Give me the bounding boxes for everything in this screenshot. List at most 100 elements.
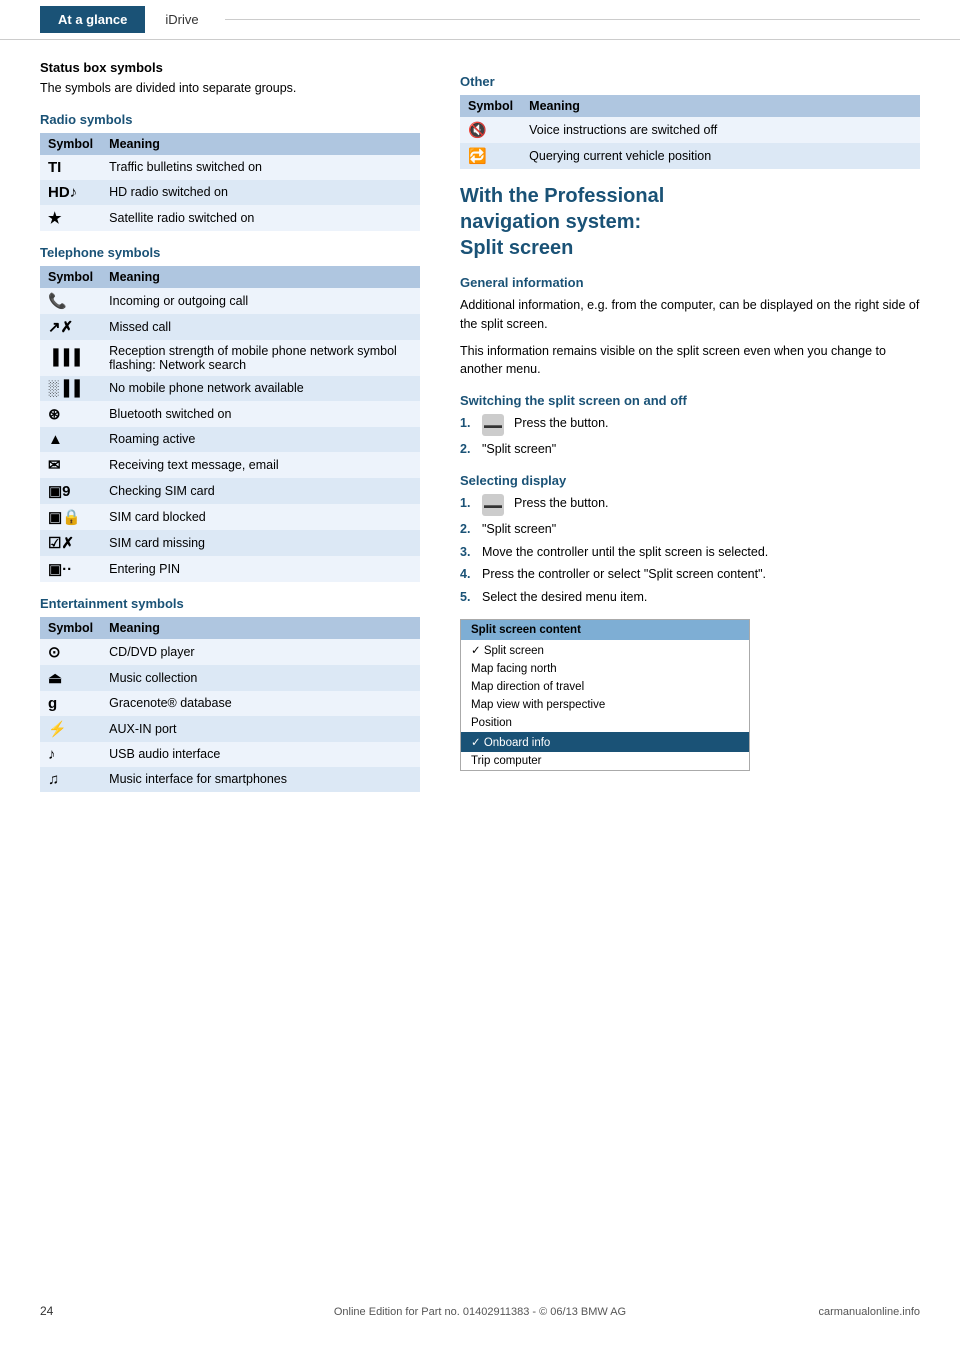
- status-box-title: Status box symbols: [40, 60, 420, 75]
- list-item: Map direction of travel: [461, 678, 749, 696]
- meaning-cell: Satellite radio switched on: [101, 205, 420, 231]
- button-icon: ▬▬: [482, 414, 504, 436]
- step-number: 4.: [460, 565, 476, 584]
- ent-col1-header: Symbol: [40, 617, 101, 639]
- telephone-section-title: Telephone symbols: [40, 245, 420, 260]
- meaning-cell: Bluetooth switched on: [101, 401, 420, 427]
- step-number: 1.: [460, 414, 476, 433]
- symbol-cell: ✉: [40, 452, 101, 478]
- symbol-cell: ⏏: [40, 665, 101, 691]
- meaning-cell: CD/DVD player: [101, 639, 420, 665]
- tab-at-a-glance[interactable]: At a glance: [40, 6, 145, 33]
- radio-table: Symbol Meaning TITraffic bulletins switc…: [40, 133, 420, 231]
- table-row: ⚡AUX-IN port: [40, 716, 420, 742]
- header-bar: At a glance iDrive: [0, 0, 960, 40]
- selecting-steps-list: 1. ▬▬ Press the button. 2. "Split screen" 3. M…: [460, 494, 920, 607]
- list-item: 5.Select the desired menu item.: [460, 588, 920, 607]
- step-text: Press the button.: [514, 414, 609, 433]
- table-row: ⊙CD/DVD player: [40, 639, 420, 665]
- other-table: Symbol Meaning 🔇Voice instructions are s…: [460, 95, 920, 169]
- symbol-cell: HD♪: [40, 180, 101, 205]
- meaning-cell: Reception strength of mobile phone netwo…: [101, 340, 420, 376]
- symbol-cell: ▐▐▐: [40, 340, 101, 376]
- general-info-title: General information: [460, 275, 920, 290]
- step-text: Select the desired menu item.: [482, 588, 647, 607]
- table-row: ↗✗Missed call: [40, 314, 420, 340]
- meaning-cell: Gracenote® database: [101, 691, 420, 716]
- step-text: "Split screen": [482, 520, 556, 539]
- symbol-cell: 📞: [40, 288, 101, 314]
- table-row: 📞Incoming or outgoing call: [40, 288, 420, 314]
- symbol-cell: ░▐▐: [40, 376, 101, 401]
- switching-steps-list: 1. ▬▬ Press the button. 2. "Split screen": [460, 414, 920, 459]
- right-column: Other Symbol Meaning 🔇Voice instructions…: [450, 60, 920, 806]
- step-number: 2.: [460, 520, 476, 539]
- meaning-cell: Checking SIM card: [101, 478, 420, 504]
- radio-section-title: Radio symbols: [40, 112, 420, 127]
- meaning-cell: Voice instructions are switched off: [521, 117, 920, 143]
- list-item: Trip computer: [461, 752, 749, 770]
- radio-col1-header: Symbol: [40, 133, 101, 155]
- meaning-cell: Traffic bulletins switched on: [101, 155, 420, 180]
- footer-text: Online Edition for Part no. 01402911383 …: [334, 1306, 626, 1318]
- general-info-p2: This information remains visible on the …: [460, 342, 920, 380]
- step-number: 2.: [460, 440, 476, 459]
- step-text: Move the controller until the split scre…: [482, 543, 768, 562]
- big-section-title: With the Professional navigation system:…: [460, 183, 920, 261]
- list-item: 2. "Split screen": [460, 520, 920, 539]
- symbol-cell: ⊛: [40, 401, 101, 427]
- table-row: ▲Roaming active: [40, 427, 420, 452]
- symbol-cell: 🔇: [460, 117, 521, 143]
- table-row: 🔁Querying current vehicle position: [460, 143, 920, 169]
- meaning-cell: Receiving text message, email: [101, 452, 420, 478]
- table-row: ▣🔒SIM card blocked: [40, 504, 420, 530]
- selecting-title: Selecting display: [460, 473, 920, 488]
- list-item: ✓ Split screen: [461, 640, 749, 660]
- list-item: 1. ▬▬ Press the button.: [460, 414, 920, 436]
- footer-logo: carmanualonline.info: [818, 1306, 920, 1318]
- step-number: 3.: [460, 543, 476, 562]
- table-row: 🔇Voice instructions are switched off: [460, 117, 920, 143]
- page-number: 24: [40, 1304, 53, 1318]
- meaning-cell: No mobile phone network available: [101, 376, 420, 401]
- meaning-cell: Incoming or outgoing call: [101, 288, 420, 314]
- list-item: Map facing north: [461, 660, 749, 678]
- step-text: Press the button.: [514, 494, 609, 513]
- meaning-cell: Music collection: [101, 665, 420, 691]
- table-row: ♪USB audio interface: [40, 742, 420, 767]
- meaning-cell: USB audio interface: [101, 742, 420, 767]
- symbol-cell: ▣9: [40, 478, 101, 504]
- ent-col2-header: Meaning: [101, 617, 420, 639]
- symbol-cell: ▣🔒: [40, 504, 101, 530]
- symbol-cell: ♪: [40, 742, 101, 767]
- telephone-table: Symbol Meaning 📞Incoming or outgoing cal…: [40, 266, 420, 582]
- meaning-cell: Missed call: [101, 314, 420, 340]
- meaning-cell: SIM card missing: [101, 530, 420, 556]
- tab-idrive[interactable]: iDrive: [147, 6, 216, 33]
- table-row: ✉Receiving text message, email: [40, 452, 420, 478]
- symbol-cell: ⚡: [40, 716, 101, 742]
- entertainment-table: Symbol Meaning ⊙CD/DVD player⏏Music coll…: [40, 617, 420, 792]
- entertainment-section-title: Entertainment symbols: [40, 596, 420, 611]
- meaning-cell: Music interface for smartphones: [101, 767, 420, 792]
- table-row: ⏏Music collection: [40, 665, 420, 691]
- general-info-p1: Additional information, e.g. from the co…: [460, 296, 920, 334]
- list-item: 1. ▬▬ Press the button.: [460, 494, 920, 516]
- status-box-desc: The symbols are divided into separate gr…: [40, 79, 420, 98]
- symbol-cell: ▲: [40, 427, 101, 452]
- left-column: Status box symbols The symbols are divid…: [40, 60, 420, 806]
- split-screen-box: Split screen content✓ Split screenMap fa…: [460, 619, 750, 771]
- other-col2-header: Meaning: [521, 95, 920, 117]
- table-row: ♫Music interface for smartphones: [40, 767, 420, 792]
- content-area: Status box symbols The symbols are divid…: [0, 60, 960, 806]
- step-text: "Split screen": [482, 440, 556, 459]
- button-icon: ▬▬: [482, 494, 504, 516]
- meaning-cell: SIM card blocked: [101, 504, 420, 530]
- symbol-cell: ♫: [40, 767, 101, 792]
- step-number: 1.: [460, 494, 476, 513]
- meaning-cell: Roaming active: [101, 427, 420, 452]
- symbol-cell: TI: [40, 155, 101, 180]
- table-row: ▣··Entering PIN: [40, 556, 420, 582]
- list-item: 4.Press the controller or select "Split …: [460, 565, 920, 584]
- meaning-cell: HD radio switched on: [101, 180, 420, 205]
